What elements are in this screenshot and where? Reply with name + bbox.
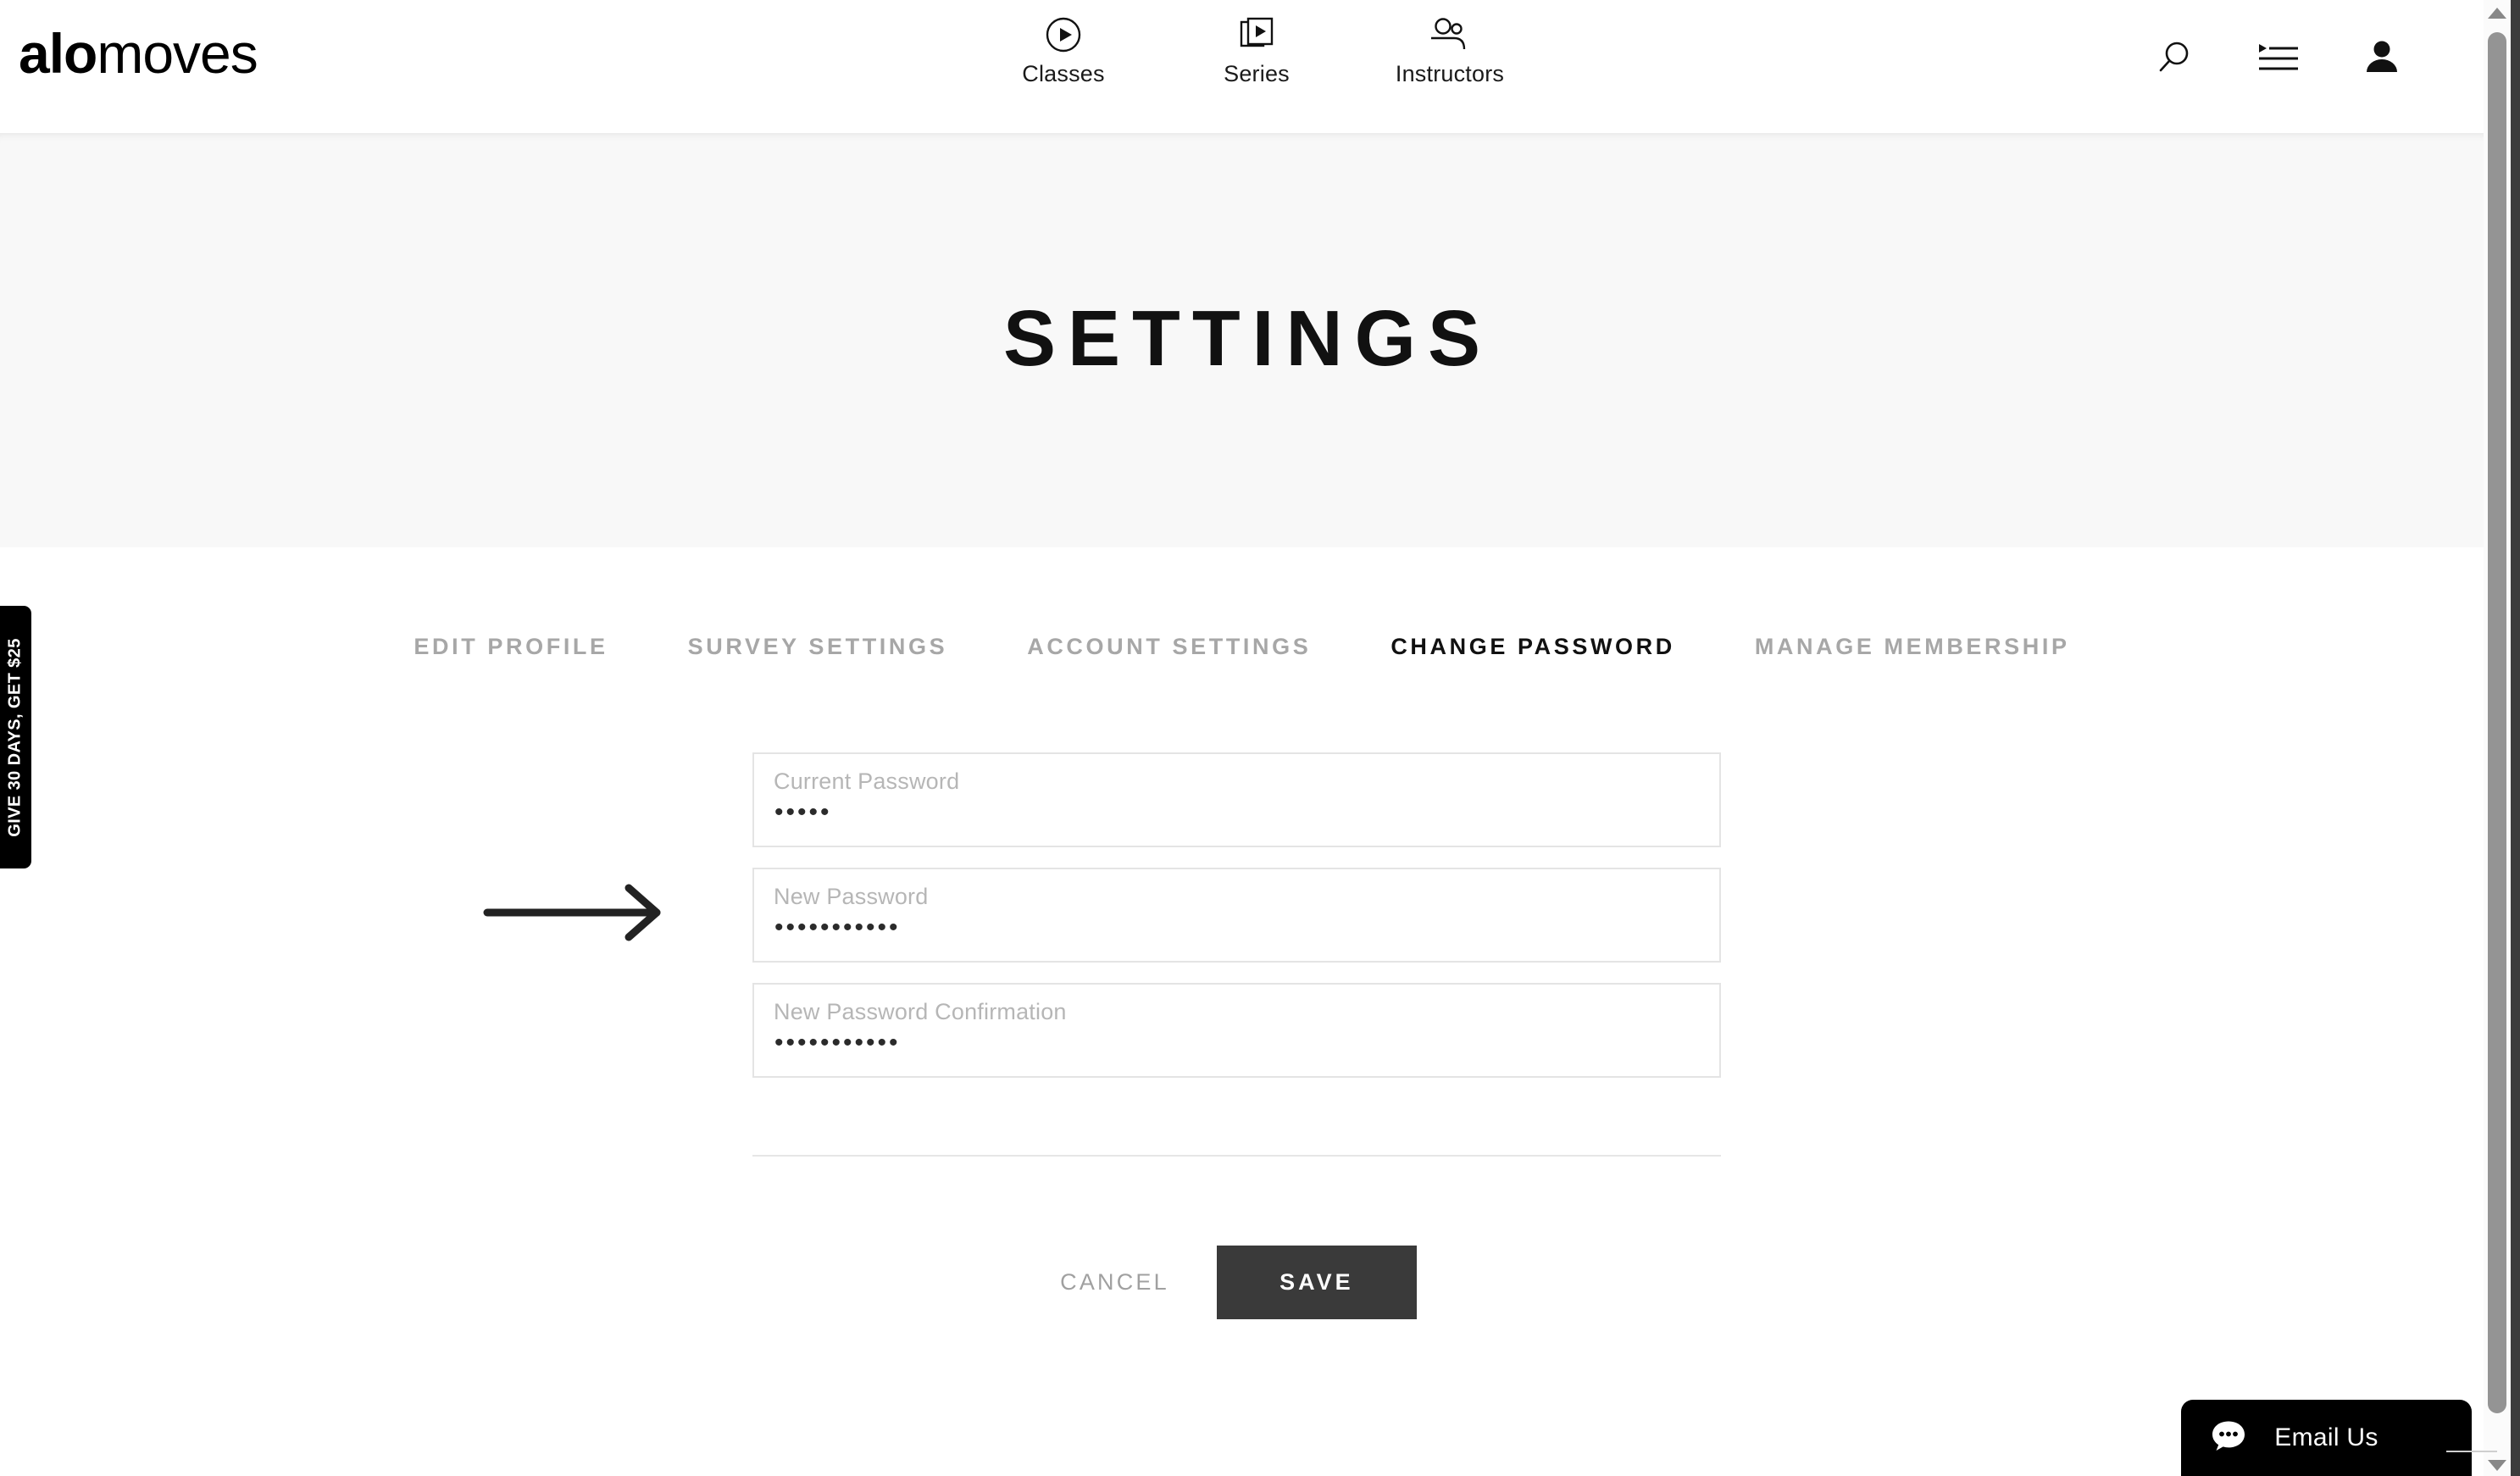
hero-section: SETTINGS xyxy=(0,133,2484,547)
nav-item-instructors[interactable]: Instructors xyxy=(1386,15,1513,87)
new-password-confirmation-value: ••••••••••• xyxy=(774,1029,901,1057)
current-password-field[interactable]: Current Password ••••• xyxy=(752,752,1721,847)
tab-manage-membership[interactable]: MANAGE MEMBERSHIP xyxy=(1715,634,2110,660)
tab-survey-settings[interactable]: SURVEY SETTINGS xyxy=(648,634,988,660)
search-icon[interactable] xyxy=(2156,38,2195,77)
primary-nav: Classes Series Instructors xyxy=(1000,15,1513,87)
referral-promo-label: GIVE 30 DAYS, GET $25 xyxy=(6,637,25,837)
nav-label-classes: Classes xyxy=(1022,61,1105,86)
play-circle-icon xyxy=(1045,15,1082,54)
referral-promo-tab[interactable]: GIVE 30 DAYS, GET $25 xyxy=(0,606,31,868)
scroll-down-arrow-icon[interactable] xyxy=(2446,1451,2506,1471)
form-divider xyxy=(752,1155,1721,1157)
logo-alo: alo xyxy=(19,22,97,85)
playlist-icon[interactable] xyxy=(2257,41,2300,75)
new-password-confirmation-label: New Password Confirmation xyxy=(774,999,1067,1024)
new-password-value: ••••••••••• xyxy=(774,913,901,941)
people-icon xyxy=(1429,15,1471,54)
nav-label-instructors: Instructors xyxy=(1395,61,1505,86)
current-password-value: ••••• xyxy=(774,798,832,826)
page-viewport: alomoves Classes Series Instructors SETT… xyxy=(0,0,2520,1476)
cancel-button[interactable]: CANCEL xyxy=(1057,1261,1173,1304)
annotation-arrow-icon xyxy=(483,881,678,949)
browser-window-edge xyxy=(2511,0,2520,1476)
scrollbar-track-line xyxy=(2446,1451,2497,1452)
site-header: alomoves Classes Series Instructors xyxy=(0,0,2484,133)
tab-account-settings[interactable]: ACCOUNT SETTINGS xyxy=(987,634,1351,660)
scrollbar-thumb[interactable] xyxy=(2488,32,2506,1413)
nav-label-series: Series xyxy=(1224,61,1290,86)
account-icon[interactable] xyxy=(2362,38,2401,77)
current-password-label: Current Password xyxy=(774,769,960,794)
logo-moves: moves xyxy=(97,22,258,85)
settings-tabs: EDIT PROFILE SURVEY SETTINGS ACCOUNT SET… xyxy=(0,634,2484,660)
nav-item-series[interactable]: Series xyxy=(1193,15,1320,87)
brand-logo[interactable]: alomoves xyxy=(19,25,258,81)
nav-item-classes[interactable]: Classes xyxy=(1000,15,1127,87)
page-scrollbar[interactable] xyxy=(2446,0,2511,1476)
chat-bubble-icon xyxy=(2211,1420,2246,1457)
tab-edit-profile[interactable]: EDIT PROFILE xyxy=(374,634,647,660)
video-stack-icon xyxy=(1237,15,1276,54)
tab-change-password[interactable]: CHANGE PASSWORD xyxy=(1351,634,1715,660)
change-password-form: Current Password ••••• New Password ••••… xyxy=(752,752,1721,1098)
page-title: SETTINGS xyxy=(1002,294,1493,382)
email-us-chat-button[interactable]: Email Us xyxy=(2181,1400,2472,1476)
form-actions: CANCEL SAVE xyxy=(752,1246,1721,1319)
save-button[interactable]: SAVE xyxy=(1216,1246,1417,1319)
new-password-field[interactable]: New Password ••••••••••• xyxy=(752,868,1721,963)
scroll-up-arrow-icon[interactable] xyxy=(2488,8,2506,19)
new-password-label: New Password xyxy=(774,884,929,909)
header-actions xyxy=(2156,38,2401,77)
new-password-confirmation-field[interactable]: New Password Confirmation ••••••••••• xyxy=(752,983,1721,1078)
